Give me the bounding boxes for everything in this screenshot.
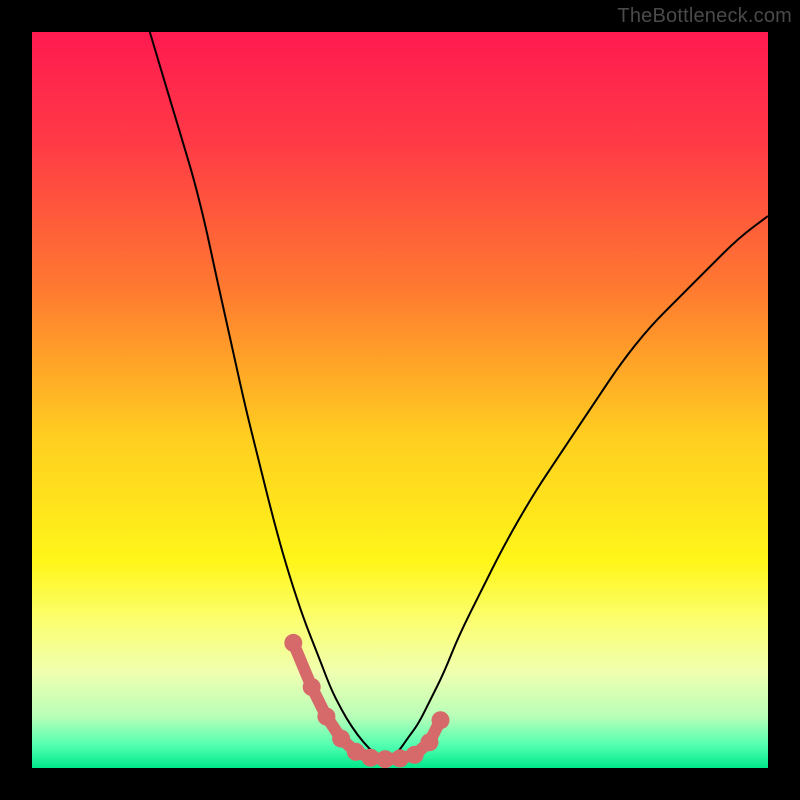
marker-dot (406, 746, 424, 764)
marker-dot (420, 733, 438, 751)
marker-dot (432, 711, 450, 729)
marker-dot (317, 708, 335, 726)
highlight-markers (284, 634, 449, 768)
marker-dot (284, 634, 302, 652)
marker-dot (303, 678, 321, 696)
watermark-text: TheBottleneck.com (617, 5, 792, 28)
marker-connector (293, 643, 440, 759)
marker-dot (332, 730, 350, 748)
curve-left (150, 32, 385, 761)
chart-overlay (32, 32, 768, 768)
curve-right (385, 216, 768, 761)
